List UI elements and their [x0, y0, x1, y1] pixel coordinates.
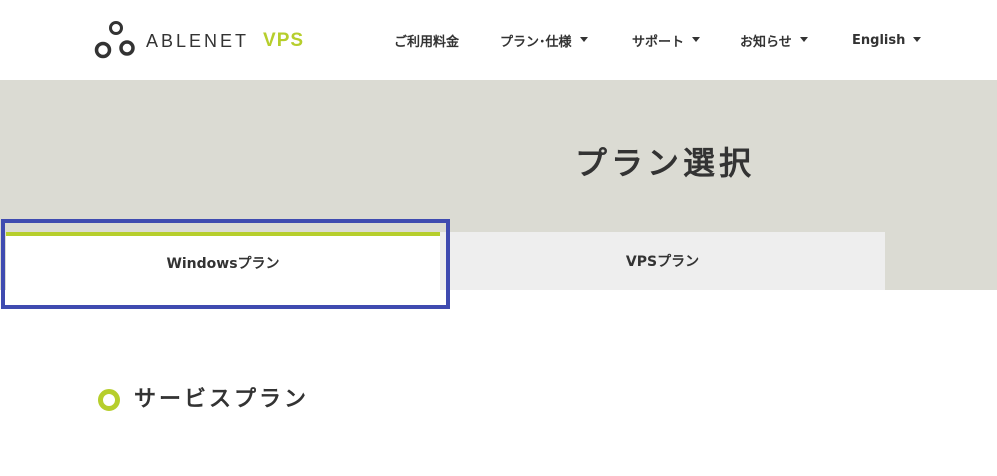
three-circle-logo-icon — [94, 21, 135, 59]
nav-item-pricing[interactable]: ご利用料金 — [394, 30, 459, 50]
logo-brand-text: ABLENET — [146, 31, 250, 51]
logo-product-text: VPS — [263, 30, 305, 51]
site-logo[interactable]: ABLENET VPS — [94, 20, 304, 62]
tab-label: VPSプラン — [625, 254, 700, 270]
nav-item-news[interactable]: お知らせ — [740, 30, 808, 50]
caret-down-icon — [692, 36, 701, 42]
nav-label: サポート — [632, 34, 685, 50]
tab-windows-plan[interactable]: Windowsプラン — [6, 232, 440, 290]
ring-bullet-icon — [98, 389, 120, 411]
caret-down-icon — [913, 36, 922, 42]
section-title: サービスプラン — [134, 387, 310, 412]
site-header: ABLENET VPS ご利用料金 プラン･仕様 サポート お知らせ Engli… — [0, 0, 997, 80]
nav-item-plans[interactable]: プラン･仕様 — [500, 30, 588, 50]
nav-item-english[interactable]: English — [852, 30, 922, 50]
nav-label: ご利用料金 — [394, 34, 460, 50]
section-heading-service-plan: サービスプラン — [98, 385, 309, 415]
page-title: プラン選択 — [575, 144, 756, 182]
tab-label: Windowsプラン — [166, 256, 280, 272]
tab-vps-plan[interactable]: VPSプラン — [440, 232, 885, 290]
caret-down-icon — [799, 36, 808, 42]
nav-label: English — [852, 32, 906, 48]
caret-down-icon — [579, 36, 588, 42]
nav-label: プラン･仕様 — [500, 34, 572, 50]
nav-label: お知らせ — [740, 34, 792, 50]
nav-item-support[interactable]: サポート — [632, 30, 701, 50]
